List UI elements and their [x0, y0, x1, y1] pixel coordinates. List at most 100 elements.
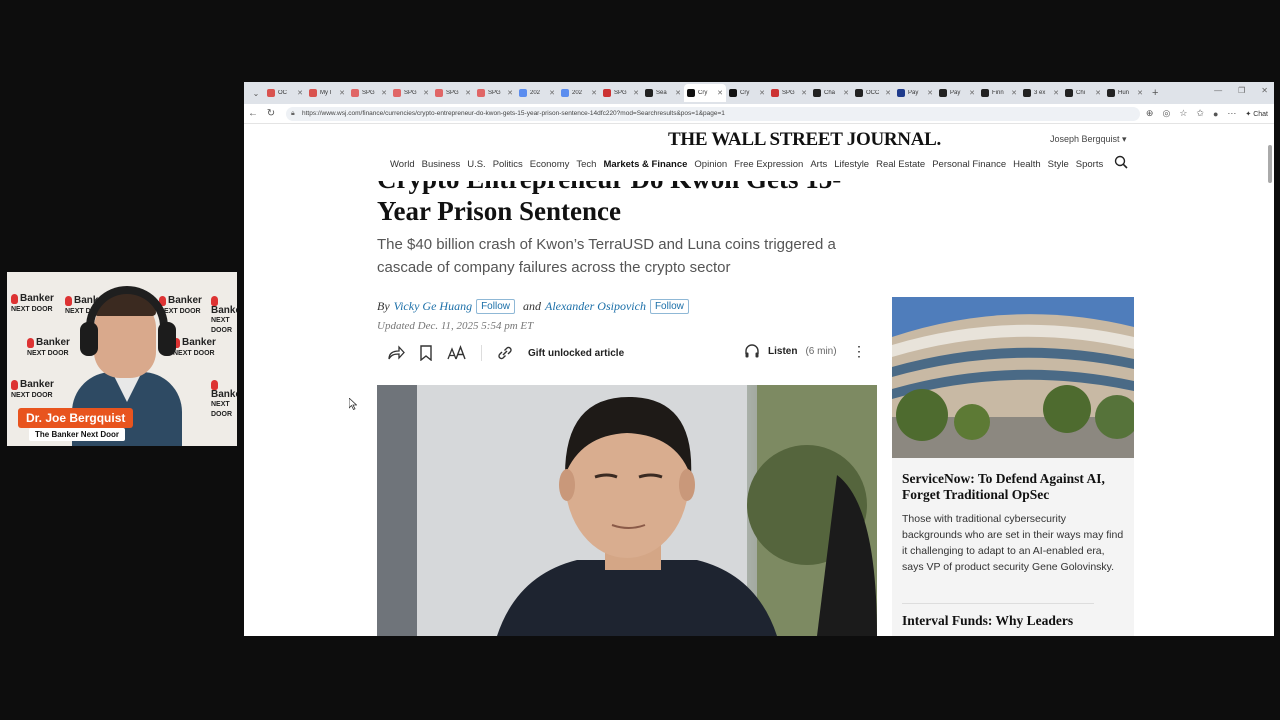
browser-tab[interactable]: Cry ✕	[684, 84, 726, 102]
promo-headline[interactable]: ServiceNow: To Defend Against AI, Forget…	[902, 471, 1126, 503]
author-link[interactable]: Vicky Ge Huang	[394, 299, 472, 314]
close-tab-icon[interactable]: ✕	[927, 89, 933, 97]
follow-author-button[interactable]: Follow	[476, 299, 515, 314]
text-size-icon[interactable]	[447, 345, 467, 361]
browser-tab[interactable]: OC ✕	[264, 84, 306, 102]
browser-tab[interactable]: Pay ✕	[936, 84, 978, 102]
close-tab-icon[interactable]: ✕	[507, 89, 513, 97]
share-icon[interactable]	[387, 345, 405, 361]
close-tab-icon[interactable]: ✕	[759, 89, 765, 97]
close-tab-icon[interactable]: ✕	[591, 89, 597, 97]
browser-tab[interactable]: OCC ✕	[852, 84, 894, 102]
close-window-icon[interactable]: ✕	[1261, 86, 1268, 95]
hero-photo	[377, 385, 877, 636]
browser-tab[interactable]: 3 ex ✕	[1020, 84, 1062, 102]
close-tab-icon[interactable]: ✕	[843, 89, 849, 97]
close-tab-icon[interactable]: ✕	[1011, 89, 1017, 97]
wsj-logo[interactable]: THE WALL STREET JOURNAL.	[668, 129, 941, 151]
user-account-menu[interactable]: Joseph Bergquist ▾	[1050, 134, 1127, 145]
close-tab-icon[interactable]: ✕	[297, 89, 303, 97]
window-controls: — ❐ ✕	[1214, 86, 1268, 95]
browser-tab[interactable]: Chi ✕	[1062, 84, 1104, 102]
nav-link-lifestyle[interactable]: Lifestyle	[834, 159, 869, 170]
nav-link-real-estate[interactable]: Real Estate	[876, 159, 925, 170]
nav-link-arts[interactable]: Arts	[810, 159, 827, 170]
tab-label: My I	[320, 90, 332, 96]
new-tab-icon[interactable]: +	[1152, 87, 1158, 99]
nav-link-sports[interactable]: Sports	[1076, 159, 1103, 170]
browser-tab[interactable]: Cha ✕	[810, 84, 852, 102]
url-field[interactable]: 🔒︎ https://www.wsj.com/finance/currencie…	[286, 106, 1140, 121]
tab-label: Chi	[1076, 90, 1086, 96]
tab-list-icon[interactable]: ⌄	[248, 89, 264, 98]
close-tab-icon[interactable]: ✕	[465, 89, 471, 97]
browser-tab[interactable]: SPG ✕	[768, 84, 810, 102]
close-tab-icon[interactable]: ✕	[381, 89, 387, 97]
close-tab-icon[interactable]: ✕	[549, 89, 555, 97]
back-icon[interactable]: ←	[244, 108, 262, 119]
nav-link-business[interactable]: Business	[422, 159, 461, 170]
close-tab-icon[interactable]: ✕	[1095, 89, 1101, 97]
link-icon[interactable]	[496, 345, 514, 361]
favorites-icon[interactable]: ✩	[1196, 108, 1204, 119]
browser-tab[interactable]: My I ✕	[306, 84, 348, 102]
browser-tab[interactable]: Sea ✕	[642, 84, 684, 102]
browser-tab[interactable]: Pay ✕	[894, 84, 936, 102]
nav-link-tech[interactable]: Tech	[576, 159, 596, 170]
close-tab-icon[interactable]: ✕	[885, 89, 891, 97]
close-tab-icon[interactable]: ✕	[717, 89, 723, 97]
gift-article-button[interactable]: Gift unlocked article	[528, 348, 624, 359]
browser-tab[interactable]: SPG ✕	[390, 84, 432, 102]
close-tab-icon[interactable]: ✕	[339, 89, 345, 97]
nav-link-opinion[interactable]: Opinion	[694, 159, 727, 170]
listen-button[interactable]: Listen (6 min)	[744, 343, 837, 359]
browser-tab[interactable]: SPG ✕	[600, 84, 642, 102]
sponsored-promo[interactable]: ServiceNow: To Defend Against AI, Forget…	[892, 297, 1134, 636]
nav-link-free-expression[interactable]: Free Expression	[734, 159, 803, 170]
browser-tab[interactable]: SPG ✕	[348, 84, 390, 102]
browser-tab[interactable]: SPG ✕	[432, 84, 474, 102]
address-bar: ← ↻ 🔒︎ https://www.wsj.com/finance/curre…	[244, 104, 1274, 124]
profile-icon[interactable]: ●	[1213, 109, 1218, 119]
close-tab-icon[interactable]: ✕	[1137, 89, 1143, 97]
browser-tab[interactable]: Finn ✕	[978, 84, 1020, 102]
favorite-star-icon[interactable]: ☆	[1179, 108, 1187, 119]
follow-author-button[interactable]: Follow	[649, 299, 689, 314]
nav-link-world[interactable]: World	[390, 159, 415, 170]
author-link[interactable]: Alexander Osipovich	[545, 299, 646, 314]
browser-tab[interactable]: SPG ✕	[474, 84, 516, 102]
promo-divider	[902, 603, 1094, 604]
nav-link-markets-finance[interactable]: Markets & Finance	[603, 159, 687, 170]
more-options-icon[interactable]: ⋮	[852, 343, 866, 360]
browser-tab[interactable]: 202 ✕	[558, 84, 600, 102]
copilot-chat-button[interactable]: ✦ Chat	[1245, 110, 1268, 118]
zoom-icon[interactable]: ⊕	[1146, 108, 1154, 119]
chat-label: Chat	[1253, 110, 1268, 118]
nav-link-politics[interactable]: Politics	[493, 159, 523, 170]
search-icon[interactable]	[1114, 155, 1128, 169]
nav-link-health[interactable]: Health	[1013, 159, 1040, 170]
close-tab-icon[interactable]: ✕	[1053, 89, 1059, 97]
nav-link-u-s-[interactable]: U.S.	[467, 159, 485, 170]
bookmark-icon[interactable]	[419, 345, 433, 361]
close-tab-icon[interactable]: ✕	[633, 89, 639, 97]
close-tab-icon[interactable]: ✕	[801, 89, 807, 97]
minimize-icon[interactable]: —	[1214, 86, 1222, 95]
close-tab-icon[interactable]: ✕	[675, 89, 681, 97]
browser-tab[interactable]: Cry ✕	[726, 84, 768, 102]
reader-icon[interactable]: ◎	[1162, 108, 1170, 119]
close-tab-icon[interactable]: ✕	[969, 89, 975, 97]
nav-link-style[interactable]: Style	[1048, 159, 1069, 170]
reload-icon[interactable]: ↻	[262, 108, 280, 119]
promo-headline-2[interactable]: Interval Funds: Why Leaders	[902, 613, 1126, 629]
nav-link-personal-finance[interactable]: Personal Finance	[932, 159, 1006, 170]
wall-logo: BankerNEXT DOOR	[27, 337, 70, 357]
browser-tab[interactable]: 202 ✕	[516, 84, 558, 102]
office-building-photo	[892, 297, 1134, 458]
browser-tab[interactable]: Hun ✕	[1104, 84, 1146, 102]
maximize-icon[interactable]: ❐	[1238, 86, 1245, 95]
page-scrollbar[interactable]	[1268, 145, 1272, 183]
more-menu-icon[interactable]: ⋯	[1227, 108, 1236, 119]
close-tab-icon[interactable]: ✕	[423, 89, 429, 97]
nav-link-economy[interactable]: Economy	[530, 159, 570, 170]
